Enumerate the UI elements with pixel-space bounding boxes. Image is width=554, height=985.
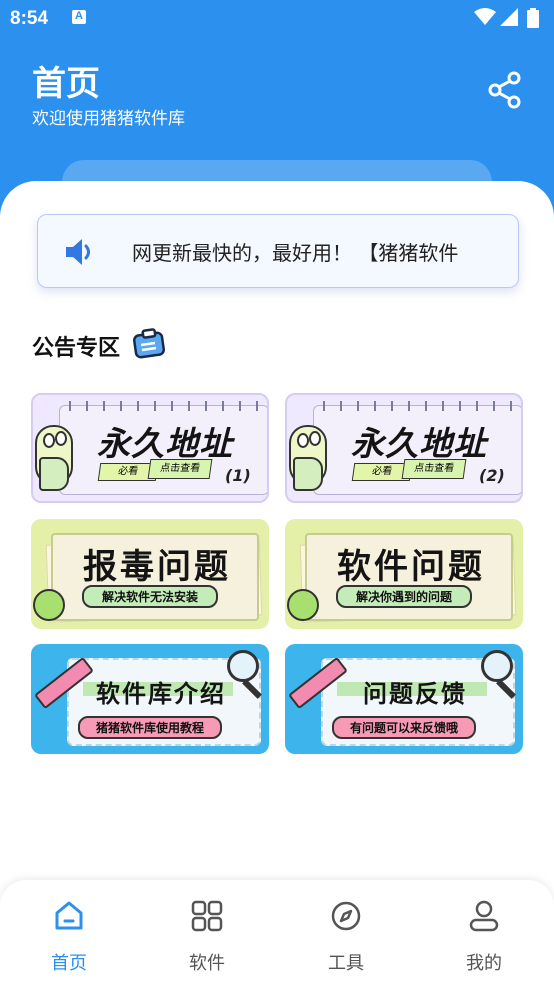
card-number: (2) — [479, 466, 505, 485]
card-subtitle: 解决软件无法安装 — [81, 585, 219, 608]
card-title: 软件库介绍 — [96, 680, 226, 708]
card-tag: 点击查看 — [147, 459, 213, 479]
card-title: 软件问题 — [337, 547, 485, 587]
card-subtitle: 有问题可以来反馈哦 — [331, 716, 477, 739]
bottom-tab-bar: 首页 软件 工具 我的 — [0, 880, 554, 985]
page-subtitle: 欢迎使用猪猪软件库 — [32, 109, 185, 129]
card-title: 问题反馈 — [363, 680, 467, 708]
grid-icon — [191, 900, 223, 932]
tab-home[interactable]: 首页 — [0, 880, 138, 985]
status-time: 8:54 — [10, 8, 49, 29]
notice-text: 网更新最快的，最好用！ 【猪猪软件 — [132, 241, 459, 265]
tab-label: 首页 — [51, 953, 87, 974]
page-title: 首页 — [32, 64, 100, 104]
card-rings — [323, 401, 513, 411]
card-title: 永久地址 — [351, 424, 487, 463]
card-subtitle: 猪猪软件库使用教程 — [77, 716, 223, 739]
smiley-icon — [287, 589, 319, 621]
compass-icon — [331, 901, 361, 931]
person-icon — [469, 900, 499, 932]
battery-icon — [527, 8, 539, 28]
home-icon — [55, 901, 83, 930]
card-title: 报毒问题 — [83, 547, 231, 587]
tab-mine[interactable]: 我的 — [415, 880, 553, 985]
tab-tools[interactable]: 工具 — [277, 880, 415, 985]
share-icon[interactable] — [486, 70, 524, 110]
card-tag: 点击查看 — [401, 459, 467, 479]
card-feedback[interactable]: 问题反馈 有问题可以来反馈哦 — [285, 644, 523, 754]
card-number: (1) — [225, 466, 251, 485]
mascot-eye — [297, 433, 309, 448]
tab-label: 软件 — [189, 953, 225, 974]
status-bar: 8:54 A — [0, 0, 554, 38]
tab-software[interactable]: 软件 — [138, 880, 276, 985]
notification-app-letter: A — [75, 10, 83, 22]
card-permanent-address-1[interactable]: 永久地址 必看 点击查看 (1) — [31, 393, 269, 503]
notification-app-icon: A — [72, 10, 86, 24]
tab-label: 我的 — [466, 953, 502, 974]
clipboard-icon — [133, 328, 165, 359]
card-virus-issue[interactable]: 报毒问题 解决软件无法安装 — [31, 519, 269, 629]
notice-banner[interactable]: 网更新最快的，最好用！ 【猪猪软件 — [37, 214, 519, 288]
wifi-icon — [474, 8, 496, 25]
mascot-eye — [43, 433, 55, 448]
section-title: 公告专区 — [32, 336, 121, 361]
card-subtitle: 解决你遇到的问题 — [335, 585, 473, 608]
tab-label: 工具 — [328, 953, 364, 974]
card-software-issue[interactable]: 软件问题 解决你遇到的问题 — [285, 519, 523, 629]
card-permanent-address-2[interactable]: 永久地址 必看 点击查看 (2) — [285, 393, 523, 503]
smiley-icon — [33, 589, 65, 621]
card-library-intro[interactable]: 软件库介绍 猪猪软件库使用教程 — [31, 644, 269, 754]
card-rings — [69, 401, 259, 411]
signal-icon — [500, 8, 518, 26]
card-title: 永久地址 — [97, 424, 233, 463]
speaker-icon — [66, 239, 90, 265]
